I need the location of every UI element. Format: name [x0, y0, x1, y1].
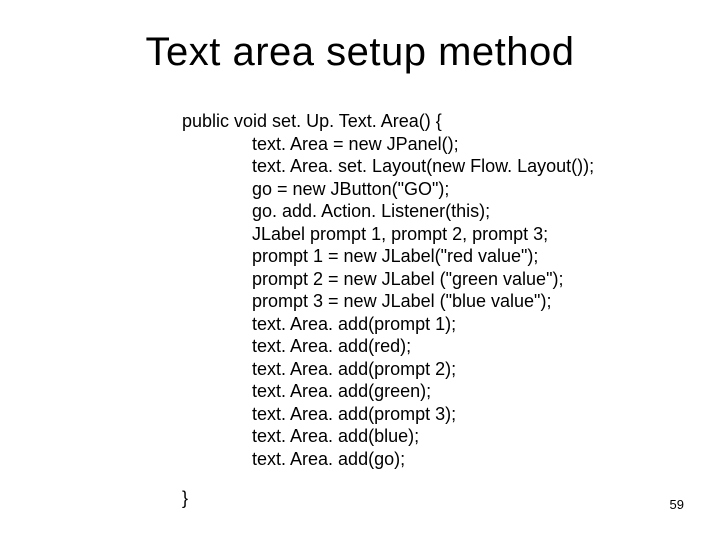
code-line: text. Area. set. Layout(new Flow. Layout… — [182, 155, 594, 178]
code-signature: public void set. Up. Text. Area() { — [182, 110, 594, 133]
code-text: prompt 1 = new JLabel("red value"); — [252, 246, 538, 266]
code-text: text. Area. set. Layout(new Flow. Layout… — [252, 156, 594, 176]
code-text: prompt 3 = new JLabel ("blue value"); — [252, 291, 551, 311]
code-text: go. add. Action. Listener(this); — [252, 201, 490, 221]
code-text: text. Area. add(prompt 1); — [252, 314, 456, 334]
code-line: go. add. Action. Listener(this); — [182, 200, 594, 223]
code-line: text. Area. add(blue); — [182, 425, 594, 448]
code-line: text. Area. add(prompt 2); — [182, 358, 594, 381]
code-line: text. Area. add(green); — [182, 380, 594, 403]
code-line: prompt 1 = new JLabel("red value"); — [182, 245, 594, 268]
code-text: text. Area. add(green); — [252, 381, 431, 401]
code-text: go = new JButton("GO"); — [252, 179, 449, 199]
code-text: text. Area. add(blue); — [252, 426, 419, 446]
code-line: prompt 3 = new JLabel ("blue value"); — [182, 290, 594, 313]
code-text: text. Area = new JPanel(); — [252, 134, 459, 154]
code-close-brace: } — [182, 488, 188, 509]
slide-title: Text area setup method — [0, 30, 720, 75]
code-line: text. Area = new JPanel(); — [182, 133, 594, 156]
code-text: text. Area. add(prompt 2); — [252, 359, 456, 379]
code-line: text. Area. add(go); — [182, 448, 594, 471]
code-block: public void set. Up. Text. Area() { text… — [182, 110, 594, 470]
code-line: JLabel prompt 1, prompt 2, prompt 3; — [182, 223, 594, 246]
code-line: text. Area. add(prompt 3); — [182, 403, 594, 426]
code-text: text. Area. add(red); — [252, 336, 411, 356]
code-line: prompt 2 = new JLabel ("green value"); — [182, 268, 594, 291]
code-line: text. Area. add(red); — [182, 335, 594, 358]
code-text: prompt 2 = new JLabel ("green value"); — [252, 269, 563, 289]
code-text: text. Area. add(prompt 3); — [252, 404, 456, 424]
code-line: go = new JButton("GO"); — [182, 178, 594, 201]
slide: Text area setup method public void set. … — [0, 0, 720, 540]
code-text: text. Area. add(go); — [252, 449, 405, 469]
code-text: JLabel prompt 1, prompt 2, prompt 3; — [252, 224, 548, 244]
page-number: 59 — [670, 497, 684, 512]
code-line: text. Area. add(prompt 1); — [182, 313, 594, 336]
